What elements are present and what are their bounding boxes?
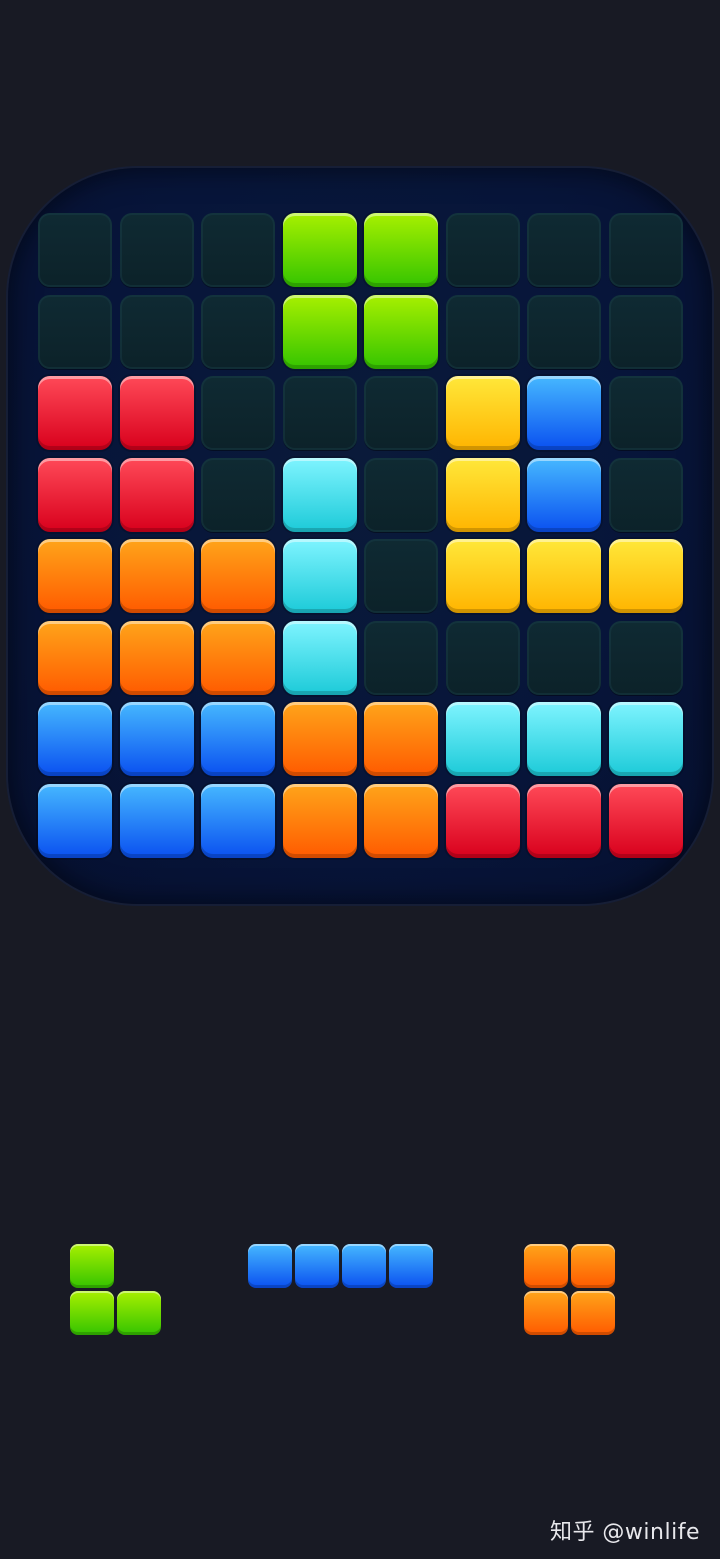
board-block-red[interactable] <box>446 784 520 858</box>
blue-i-piece-block[interactable] <box>389 1244 433 1288</box>
board-block-orange[interactable] <box>283 702 357 776</box>
board-block-yellow[interactable] <box>609 539 683 613</box>
board-cell-empty[interactable] <box>201 295 275 369</box>
blue-i-piece-block[interactable] <box>295 1244 339 1288</box>
board-block-blue[interactable] <box>201 784 275 858</box>
board-block-blue[interactable] <box>527 376 601 450</box>
board-cell-empty[interactable] <box>364 621 438 695</box>
blue-i-piece-block[interactable] <box>248 1244 292 1288</box>
board-block-cyan[interactable] <box>283 621 357 695</box>
board-block-red[interactable] <box>120 376 194 450</box>
board-block-cyan[interactable] <box>283 458 357 532</box>
board-block-green[interactable] <box>283 213 357 287</box>
board-block-orange[interactable] <box>38 539 112 613</box>
board-block-yellow[interactable] <box>446 458 520 532</box>
board-cell-empty[interactable] <box>120 213 194 287</box>
board-cell-empty[interactable] <box>446 213 520 287</box>
board-block-orange[interactable] <box>364 702 438 776</box>
board-block-orange[interactable] <box>120 539 194 613</box>
board-block-blue[interactable] <box>38 784 112 858</box>
game-board-grid[interactable] <box>38 213 684 859</box>
board-cell-empty[interactable] <box>364 376 438 450</box>
blue-i-piece-block[interactable] <box>342 1244 386 1288</box>
board-cell-empty[interactable] <box>201 376 275 450</box>
board-block-yellow[interactable] <box>446 376 520 450</box>
orange-square-piece-block[interactable] <box>571 1291 615 1335</box>
orange-square-piece-block[interactable] <box>524 1244 568 1288</box>
board-block-green[interactable] <box>364 295 438 369</box>
board-block-red[interactable] <box>527 784 601 858</box>
board-block-orange[interactable] <box>120 621 194 695</box>
board-block-blue[interactable] <box>38 702 112 776</box>
board-block-red[interactable] <box>38 376 112 450</box>
board-cell-empty[interactable] <box>446 295 520 369</box>
board-block-yellow[interactable] <box>527 539 601 613</box>
board-cell-empty[interactable] <box>38 295 112 369</box>
orange-square-piece-block[interactable] <box>524 1291 568 1335</box>
board-block-green[interactable] <box>364 213 438 287</box>
board-block-orange[interactable] <box>283 784 357 858</box>
board-cell-empty[interactable] <box>609 621 683 695</box>
board-block-yellow[interactable] <box>446 539 520 613</box>
board-cell-empty[interactable] <box>446 621 520 695</box>
board-block-cyan[interactable] <box>527 702 601 776</box>
board-cell-empty[interactable] <box>283 376 357 450</box>
board-block-blue[interactable] <box>201 702 275 776</box>
board-block-orange[interactable] <box>201 621 275 695</box>
board-block-green[interactable] <box>283 295 357 369</box>
board-cell-empty[interactable] <box>527 213 601 287</box>
board-cell-empty[interactable] <box>609 295 683 369</box>
green-l-piece-block[interactable] <box>70 1244 114 1288</box>
board-block-red[interactable] <box>38 458 112 532</box>
board-cell-empty[interactable] <box>609 376 683 450</box>
board-block-orange[interactable] <box>38 621 112 695</box>
board-block-cyan[interactable] <box>446 702 520 776</box>
board-block-red[interactable] <box>120 458 194 532</box>
board-block-orange[interactable] <box>364 784 438 858</box>
green-l-piece-block[interactable] <box>117 1291 161 1335</box>
watermark-text: 知乎 @winlife <box>549 1520 700 1545</box>
board-cell-empty[interactable] <box>120 295 194 369</box>
board-cell-empty[interactable] <box>364 458 438 532</box>
orange-square-piece-block[interactable] <box>571 1244 615 1288</box>
board-cell-empty[interactable] <box>527 295 601 369</box>
piece-tray <box>0 1240 720 1340</box>
board-cell-empty[interactable] <box>527 621 601 695</box>
board-block-orange[interactable] <box>201 539 275 613</box>
board-cell-empty[interactable] <box>201 213 275 287</box>
board-block-cyan[interactable] <box>283 539 357 613</box>
board-cell-empty[interactable] <box>609 213 683 287</box>
board-block-blue[interactable] <box>527 458 601 532</box>
board-cell-empty[interactable] <box>609 458 683 532</box>
board-block-blue[interactable] <box>120 702 194 776</box>
board-block-red[interactable] <box>609 784 683 858</box>
board-block-cyan[interactable] <box>609 702 683 776</box>
green-l-piece-block[interactable] <box>70 1291 114 1335</box>
board-cell-empty[interactable] <box>364 539 438 613</box>
board-cell-empty[interactable] <box>201 458 275 532</box>
board-block-blue[interactable] <box>120 784 194 858</box>
board-cell-empty[interactable] <box>38 213 112 287</box>
